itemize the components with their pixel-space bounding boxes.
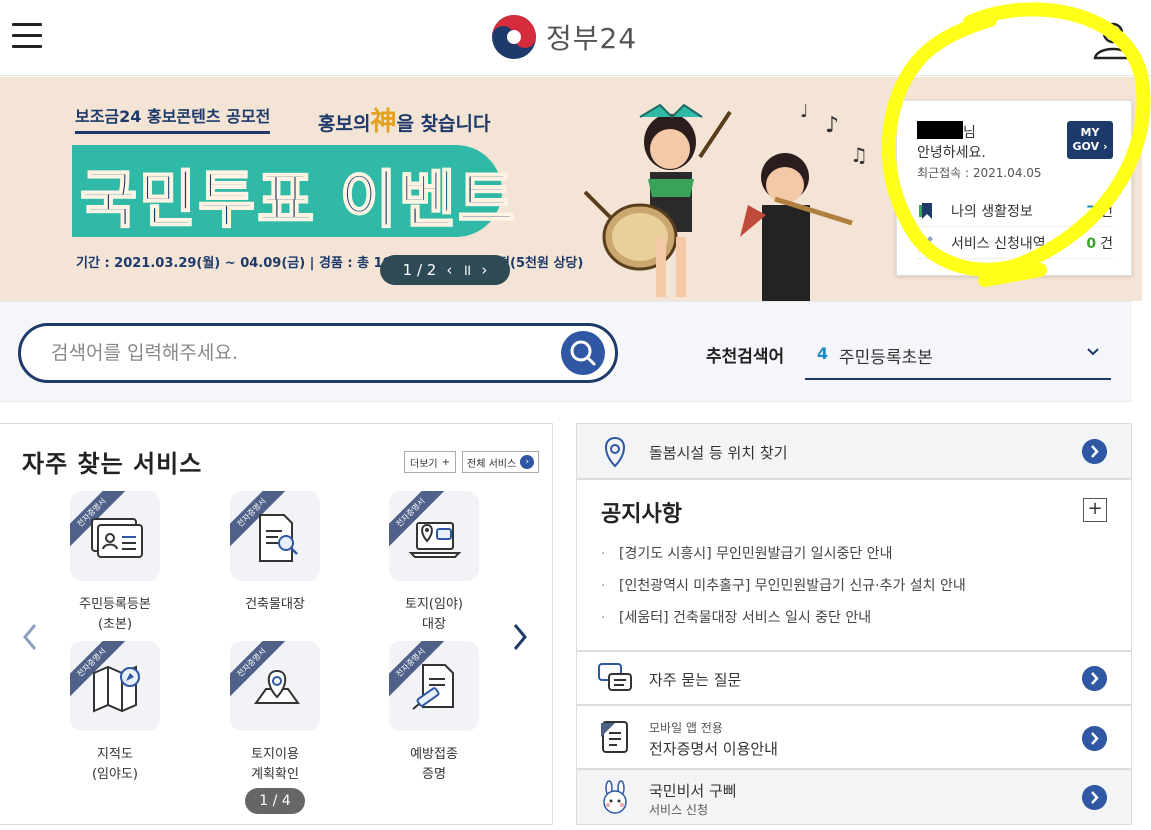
prev-arrow-icon[interactable]	[20, 622, 40, 652]
service-cadastral-map[interactable]: 전자증명서 지적도 (임야도)	[40, 641, 190, 785]
location-pin-icon	[605, 436, 625, 468]
rabbit-mascot-icon	[603, 780, 627, 814]
services-pager: 1 / 4	[245, 788, 305, 814]
location-pin-icon	[254, 669, 300, 704]
frequent-services-panel: 자주 찾는 서비스 더보기 + 전체 서비스 › 전자증명서 주민등록등본 (초본) …	[0, 423, 553, 825]
all-services-button[interactable]: 전체 서비스 ›	[462, 451, 540, 473]
header: 정부24	[0, 0, 1151, 76]
faq-label: 자주 묻는 질문	[649, 671, 742, 689]
keyword-value: 주민등록초본	[839, 348, 933, 368]
my-info-card: 님 안녕하세요. 최근접속 : 2021.04.05 MY GOV › 나의 생…	[896, 100, 1132, 276]
svg-text:♫: ♫	[850, 143, 868, 167]
recommended-keyword-label: 추천검색어	[706, 347, 785, 367]
service-land-use-plan[interactable]: 전자증명서 토지이용 계획확인	[200, 641, 350, 785]
notice-item[interactable]: · [세움터] 건축물대장 서비스 일시 중단 안내	[601, 602, 966, 634]
notice-item[interactable]: · [인천광역시 미추홀구] 무인민원발급기 신규·추가 설치 안내	[601, 570, 966, 602]
logo-text: 정부24	[546, 22, 638, 55]
recommended-keyword-dropdown[interactable]: 4 주민등록초본	[805, 330, 1111, 380]
service-building-register[interactable]: 전자증명서 건축물대장	[200, 491, 350, 615]
search-button[interactable]	[561, 331, 605, 375]
document-search-icon	[259, 514, 298, 562]
syringe-document-icon	[412, 664, 454, 710]
banner-subtitle: 홍보의神을 찾습니다	[318, 107, 491, 137]
bookmark-icon	[919, 202, 932, 219]
faq-link[interactable]: 자주 묻는 질문	[576, 651, 1132, 705]
next-arrow-icon[interactable]	[510, 622, 530, 652]
frequent-services-title: 자주 찾는 서비스	[22, 450, 203, 478]
notice-more-button[interactable]: +	[1083, 498, 1107, 522]
search-box	[18, 323, 618, 383]
user-icon[interactable]	[1092, 20, 1134, 60]
name-suffix: 님	[963, 125, 976, 141]
arrow-right-icon	[1082, 785, 1107, 810]
svg-text:♪: ♪	[825, 113, 839, 138]
mobile-document-icon	[601, 721, 628, 753]
chevron-right-icon: ›	[520, 455, 535, 469]
arrow-right-icon	[1082, 726, 1107, 751]
mygov-button[interactable]: MY GOV ›	[1067, 121, 1113, 159]
arrow-right-icon	[1082, 666, 1107, 691]
service-history-row[interactable]: 서비스 신청내역 0건	[917, 227, 1113, 259]
map-compass-icon	[93, 665, 140, 713]
plus-icon: +	[441, 456, 450, 468]
national-secretary-link[interactable]: 국민비서 구삐 서비스 신청	[576, 769, 1132, 825]
pause-icon[interactable]: ॥	[462, 260, 471, 280]
logo[interactable]: 정부24	[490, 12, 637, 62]
chevron-down-icon	[1087, 348, 1099, 356]
banner-title: 국민투표 이벤트	[79, 162, 517, 237]
next-slide-icon[interactable]: ›	[481, 261, 487, 279]
menu-icon[interactable]	[12, 23, 42, 51]
care-location-link[interactable]: 돌봄시설 등 위치 찾기	[576, 423, 1132, 479]
notice-title: 공지사항	[601, 502, 682, 527]
chat-bubble-icon	[598, 663, 632, 691]
prev-slide-icon[interactable]: ‹	[446, 261, 452, 279]
pencil-icon	[919, 235, 935, 251]
service-resident-registration[interactable]: 전자증명서 주민등록등본 (초본)	[40, 491, 190, 635]
greeting: 안녕하세요.	[917, 145, 986, 161]
more-button[interactable]: 더보기 +	[404, 451, 456, 473]
mobile-ecert-link[interactable]: 모바일 앱 전용 전자증명서 이용안내	[576, 705, 1132, 769]
laptop-location-icon	[408, 522, 462, 558]
taegeuk-logo-icon	[492, 15, 536, 59]
service-land-register[interactable]: 전자증명서 토지(임야) 대장	[359, 491, 509, 635]
banner-pager: 1 / 2 ‹ ॥ ›	[380, 255, 510, 285]
redacted-name	[917, 121, 963, 139]
national-secretary-label: 국민비서 구삐	[649, 782, 737, 800]
notice-item[interactable]: · [경기도 시흥시] 무인민원발급기 일시중단 안내	[601, 538, 966, 570]
svg-text:♩: ♩	[800, 101, 809, 122]
national-secretary-caption: 서비스 신청	[649, 803, 709, 817]
arrow-right-icon	[1082, 439, 1107, 464]
notice-panel: 공지사항 + · [경기도 시흥시] 무인민원발급기 일시중단 안내 · [인천광역…	[576, 479, 1132, 651]
care-location-label: 돌봄시설 등 위치 찾기	[649, 444, 788, 462]
search-input[interactable]	[51, 338, 531, 368]
banner-illustration: ♪ ♫ ♩	[583, 101, 868, 301]
notice-list: · [경기도 시흥시] 무인민원발급기 일시중단 안내 · [인천광역시 미추홀구]…	[601, 538, 966, 634]
mobile-ecert-caption: 모바일 앱 전용	[649, 721, 723, 735]
pager-text: 1 / 2	[402, 261, 437, 279]
banner-tag: 보조금24 홍보콘텐츠 공모전	[75, 103, 271, 134]
mobile-ecert-label: 전자증명서 이용안내	[649, 740, 778, 758]
id-card-icon	[91, 518, 143, 558]
my-life-info-row[interactable]: 나의 생활정보 7건	[917, 195, 1113, 227]
service-vaccination-certificate[interactable]: 전자증명서 예방접종 증명	[359, 641, 509, 785]
search-section: 추천검색어 4 주민등록초본	[0, 301, 1132, 402]
last-access: 최근접속 : 2021.04.05	[917, 166, 1042, 180]
keyword-rank: 4	[817, 344, 829, 363]
search-icon	[570, 340, 596, 366]
